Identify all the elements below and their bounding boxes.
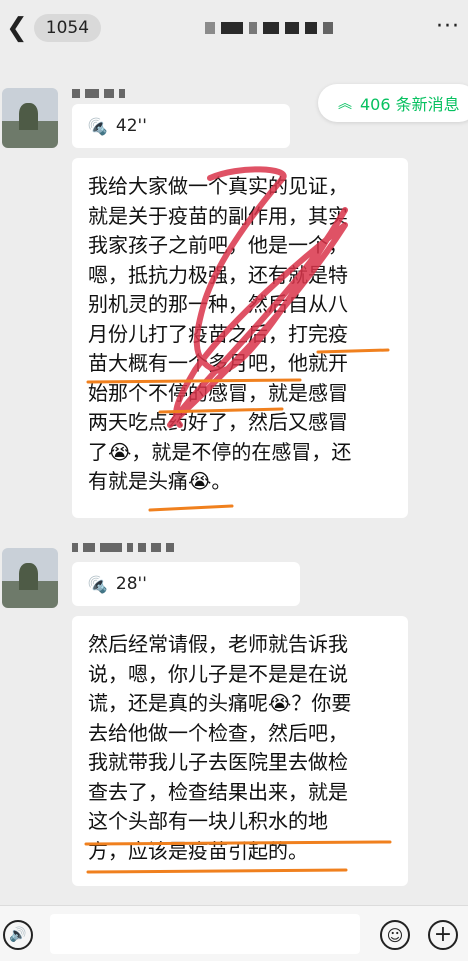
voice-wave-icon: 🔊 bbox=[88, 574, 108, 594]
message-line: 我家孩子之前吧，他是一个， bbox=[88, 233, 348, 257]
sender-name-redacted bbox=[72, 86, 125, 100]
unread-count-badge: 1054 bbox=[33, 14, 102, 42]
voice-duration: 42'' bbox=[115, 116, 147, 136]
avatar[interactable] bbox=[2, 88, 58, 148]
back-button[interactable]: ❮ 1054 bbox=[4, 12, 102, 44]
voice-message[interactable]: 🔊 42'' bbox=[72, 104, 290, 148]
message-line: 两天吃点药好了，然后又感冒 bbox=[88, 410, 348, 434]
message-line: 这个头部有一块儿积水的地 bbox=[88, 809, 328, 833]
message-line: 了😭，就是不停的在感冒，还 bbox=[88, 439, 352, 464]
message-line: 我给大家做一个真实的见证， bbox=[88, 174, 348, 198]
message-line: 月份儿打了疫苗之后，打完疫 bbox=[88, 321, 348, 346]
emoji-icon[interactable]: ☺ bbox=[380, 920, 410, 950]
message-line: 说，嗯，你儿子是不是是在说 bbox=[88, 661, 348, 686]
message-line: 就是关于疫苗的副作用，其实 bbox=[88, 203, 348, 228]
message-line: 去给他做一个检查，然后吧， bbox=[88, 720, 348, 745]
message-line: 谎，还是真的头痛呢😭？你要 bbox=[88, 691, 352, 715]
more-dots-icon[interactable]: ··· bbox=[436, 14, 460, 39]
message-input[interactable] bbox=[50, 914, 360, 954]
message-line: 然后经常请假，老师就告诉我 bbox=[88, 632, 348, 656]
message-line: 始那个不停的感冒，就是感冒 bbox=[88, 380, 348, 405]
message-line: 别机灵的那一种，然后自从八 bbox=[88, 292, 348, 316]
chat-title-redacted bbox=[205, 20, 355, 36]
voice-input-icon[interactable]: 🔊 bbox=[3, 920, 33, 950]
double-chevron-up-icon: ︽ bbox=[338, 96, 352, 112]
avatar[interactable] bbox=[2, 548, 58, 608]
message-line: 方，应该是疫苗引起的。 bbox=[88, 838, 308, 863]
sender-name-redacted bbox=[72, 540, 174, 554]
chat-header: ❮ 1054 ··· bbox=[0, 0, 468, 58]
message-line: 嗯，抵抗力极强，还有就是特 bbox=[88, 262, 348, 287]
message-line: 我就带我儿子去医院里去做检 bbox=[88, 750, 348, 774]
new-messages-pill[interactable]: ︽ 406 条新消息 bbox=[318, 84, 468, 122]
message-line: 有就是头痛😭。 bbox=[88, 469, 232, 493]
chevron-left-icon: ❮ bbox=[6, 13, 28, 43]
plus-icon[interactable]: + bbox=[428, 920, 458, 950]
input-bar: 🔊 ☺ + bbox=[0, 905, 468, 961]
new-messages-label: 406 条新消息 bbox=[360, 95, 460, 114]
text-message[interactable]: 然后经常请假，老师就告诉我 说，嗯，你儿子是不是是在说 谎，还是真的头痛呢😭？你… bbox=[72, 616, 408, 886]
message-line: 查去了，检查结果出来，就是 bbox=[88, 779, 348, 804]
voice-duration: 28'' bbox=[115, 574, 147, 594]
voice-wave-icon: 🔊 bbox=[88, 116, 108, 136]
voice-message[interactable]: 🔊 28'' bbox=[72, 562, 300, 606]
text-message[interactable]: 我给大家做一个真实的见证， 就是关于疫苗的副作用，其实 我家孩子之前吧，他是一个… bbox=[72, 158, 408, 518]
message-line: 苗大概有一个多月吧，他就开 bbox=[88, 351, 348, 375]
